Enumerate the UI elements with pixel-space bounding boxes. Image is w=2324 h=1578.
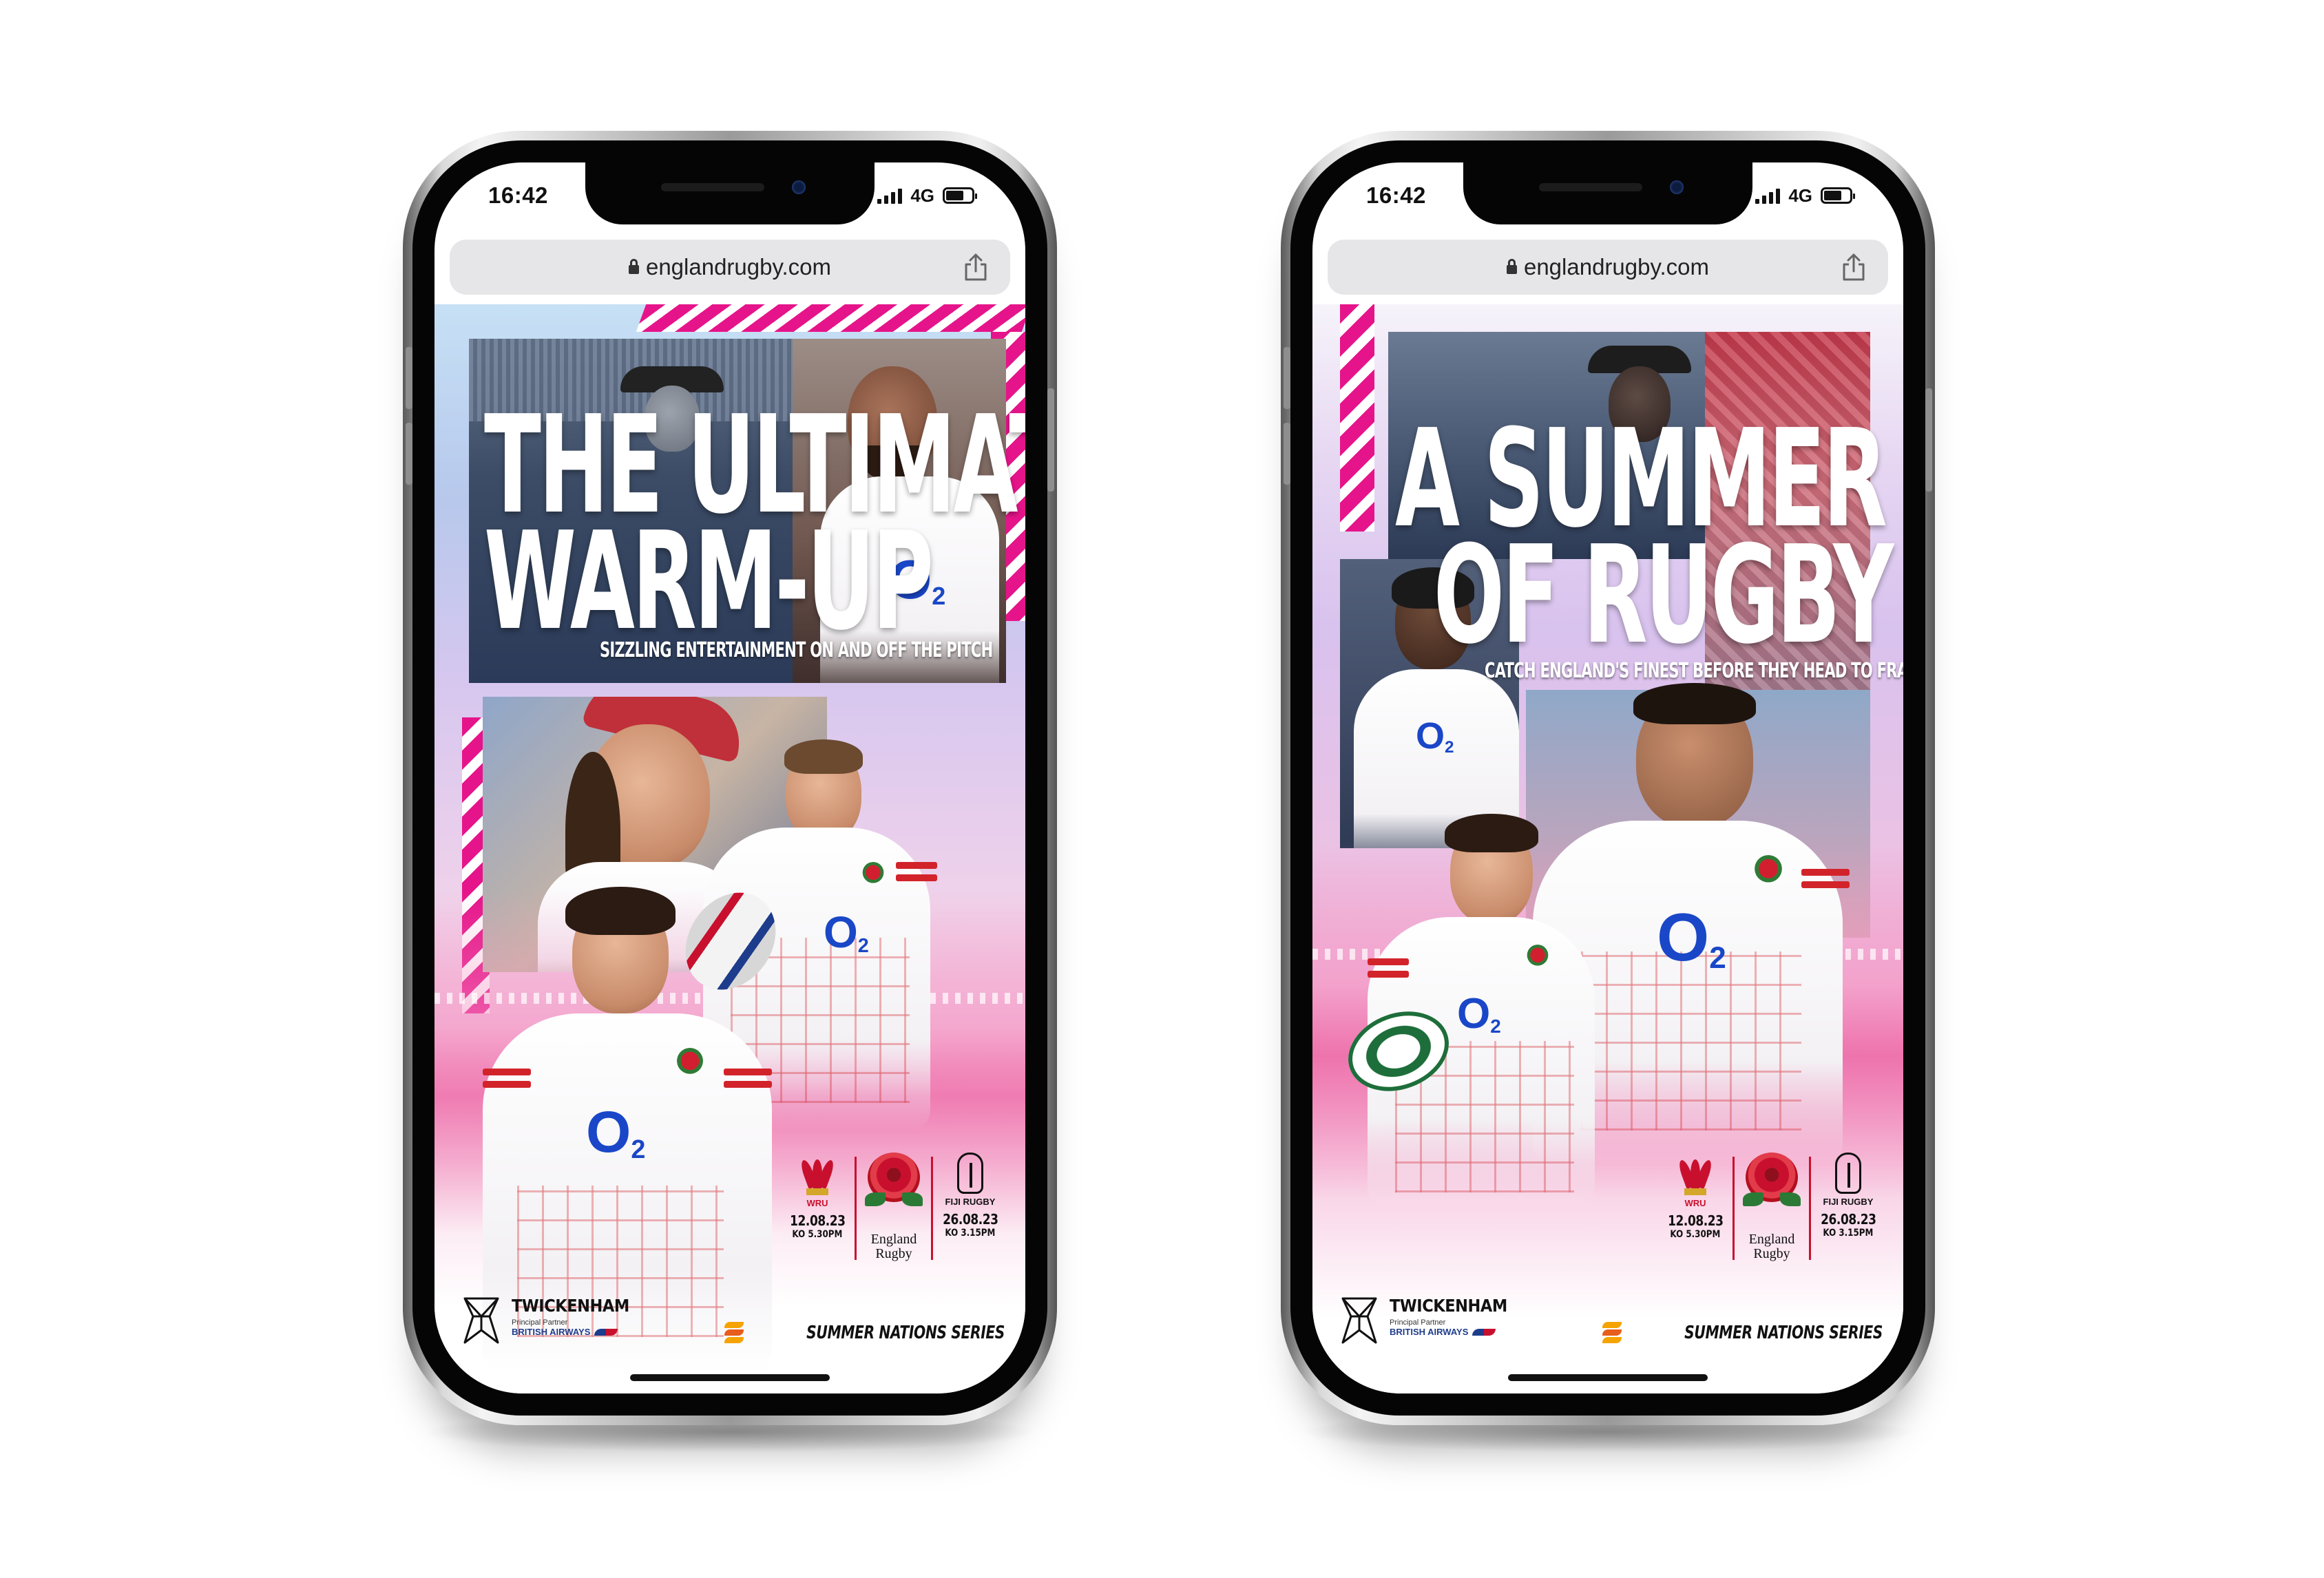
url-text: englandrugby.com <box>1523 254 1710 280</box>
campaign-poster[interactable]: O2 THE ULTIMATE WARM-UP SIZZLING ENTERTA… <box>435 304 1025 1393</box>
england-rugby-badge: England Rugby <box>1735 1153 1809 1261</box>
poster-headline: THE ULTIMATE WARM-UP <box>484 387 1025 660</box>
poster-headline: A SUMMER OF RUGBY <box>1395 401 1894 674</box>
front-camera <box>1670 180 1684 194</box>
venue-block: TWICKENHAM Principal Partner BRITISH AIR… <box>1340 1296 1520 1345</box>
fixture-wales: WRU 12.08.23 KO 5.30PM <box>780 1153 855 1240</box>
status-indicators: 4G <box>1755 185 1855 207</box>
fixture-wales: WRU 12.08.23 KO 5.30PM <box>1658 1153 1732 1240</box>
notch <box>1463 162 1752 224</box>
phone-bezel: 16:42 4G englandrugby.com <box>406 140 1054 1416</box>
twickenham-icon <box>1341 1297 1377 1344</box>
poster-subheadline: SIZZLING ENTERTAINMENT ON AND OFF THE PI… <box>600 638 993 662</box>
status-time: 16:42 <box>488 182 548 208</box>
series-label: SUMMER NATIONS SERIES <box>1684 1323 1883 1343</box>
lock-icon <box>628 258 639 274</box>
o2-logo: O2 <box>1657 899 1726 976</box>
fixture-date: 26.08.23 <box>1820 1211 1876 1228</box>
phone-mockup-right: 16:42 4G englandrugby.com O2 A SUMMER OF… <box>1281 131 1935 1425</box>
url-text: englandrugby.com <box>645 254 832 280</box>
speaker-grille <box>1539 183 1642 191</box>
partner-label: Principal Partner <box>1390 1318 1446 1327</box>
fixture-kickoff: KO 5.30PM <box>792 1229 843 1240</box>
wru-icon <box>1677 1153 1714 1195</box>
status-time: 16:42 <box>1366 182 1426 208</box>
venue-block: TWICKENHAM Principal Partner BRITISH AIR… <box>462 1296 642 1345</box>
fixture-fiji: FIJI RUGBY 26.08.23 KO 3.15PM <box>1811 1153 1885 1239</box>
series-label: SUMMER NATIONS SERIES <box>806 1323 1005 1343</box>
fixture-kickoff: KO 3.15PM <box>1823 1228 1874 1239</box>
signal-icon <box>1755 187 1781 204</box>
series-icon <box>724 1322 744 1344</box>
volume-down-button <box>1284 423 1290 485</box>
fixture-fiji: FIJI RUGBY 26.08.23 KO 3.15PM <box>933 1153 1007 1239</box>
campaign-poster[interactable]: O2 A SUMMER OF RUGBY CATCH ENGLAND'S FIN… <box>1312 304 1903 1393</box>
volume-down-button <box>406 423 412 485</box>
fixture-kickoff: KO 3.15PM <box>945 1228 996 1239</box>
home-indicator[interactable] <box>630 1374 830 1381</box>
poster-subheadline: CATCH ENGLAND'S FINEST BEFORE THEY HEAD … <box>1485 659 1903 683</box>
fiji-rugby-icon <box>1835 1153 1861 1194</box>
twickenham-icon <box>463 1297 499 1344</box>
home-indicator[interactable] <box>1508 1374 1708 1381</box>
partner-label: Principal Partner <box>512 1318 568 1327</box>
phone-mockup-left: 16:42 4G englandrugby.com O2 THE ULTIMA … <box>403 131 1057 1425</box>
network-label: 4G <box>910 185 934 206</box>
series-block: SUMMER NATIONS SERIES <box>724 1322 1005 1344</box>
fixture-kickoff: KO 5.30PM <box>1670 1229 1721 1240</box>
ba-swoosh-icon <box>594 1328 618 1336</box>
phone-bezel: 16:42 4G englandrugby.com <box>1284 140 1932 1416</box>
pink-stripe-graphic <box>1340 304 1374 532</box>
fixtures-panel: WRU 12.08.23 KO 5.30PM England Rugby FIJ… <box>1658 1153 1885 1290</box>
share-icon[interactable] <box>1840 252 1867 282</box>
venue-name: TWICKENHAM <box>1390 1296 1507 1316</box>
network-label: 4G <box>1788 185 1812 206</box>
power-button <box>1925 388 1932 492</box>
british-airways-logo: BRITISH AIRWAYS <box>1390 1327 1520 1337</box>
fixture-date: 12.08.23 <box>789 1212 846 1229</box>
battery-icon <box>1821 187 1855 204</box>
phone-screen: 16:42 4G englandrugby.com <box>1312 162 1903 1393</box>
fixture-date: 12.08.23 <box>1667 1212 1724 1229</box>
ba-swoosh-icon <box>1472 1328 1496 1336</box>
status-indicators: 4G <box>877 185 977 207</box>
url-bar[interactable]: englandrugby.com <box>1328 240 1888 295</box>
url-bar[interactable]: englandrugby.com <box>450 240 1010 295</box>
o2-logo: O2 <box>586 1100 646 1165</box>
british-airways-logo: BRITISH AIRWAYS <box>512 1327 642 1337</box>
fixture-date: 26.08.23 <box>942 1211 998 1228</box>
phone-screen: 16:42 4G englandrugby.com <box>435 162 1025 1393</box>
volume-up-button <box>1284 347 1290 409</box>
pink-stripe-graphic <box>636 304 1025 332</box>
o2-logo: O2 <box>824 907 869 958</box>
notch <box>585 162 875 224</box>
o2-logo: O2 <box>1457 990 1501 1038</box>
signal-icon <box>877 187 903 204</box>
fiji-rugby-icon <box>957 1153 983 1194</box>
battery-icon <box>943 187 977 204</box>
wru-icon <box>799 1153 836 1195</box>
venue-name: TWICKENHAM <box>512 1296 629 1316</box>
england-rugby-badge: England Rugby <box>857 1153 931 1261</box>
volume-up-button <box>406 347 412 409</box>
lock-icon <box>1506 258 1517 274</box>
series-block: SUMMER NATIONS SERIES <box>1602 1322 1883 1344</box>
share-icon[interactable] <box>962 252 990 282</box>
fixtures-panel: WRU 12.08.23 KO 5.30PM England Rugby FIJ… <box>780 1153 1007 1290</box>
front-camera <box>792 180 806 194</box>
power-button <box>1047 388 1054 492</box>
rose-icon <box>1740 1153 1803 1228</box>
rose-icon <box>862 1153 925 1228</box>
series-icon <box>1602 1322 1622 1344</box>
speaker-grille <box>661 183 764 191</box>
